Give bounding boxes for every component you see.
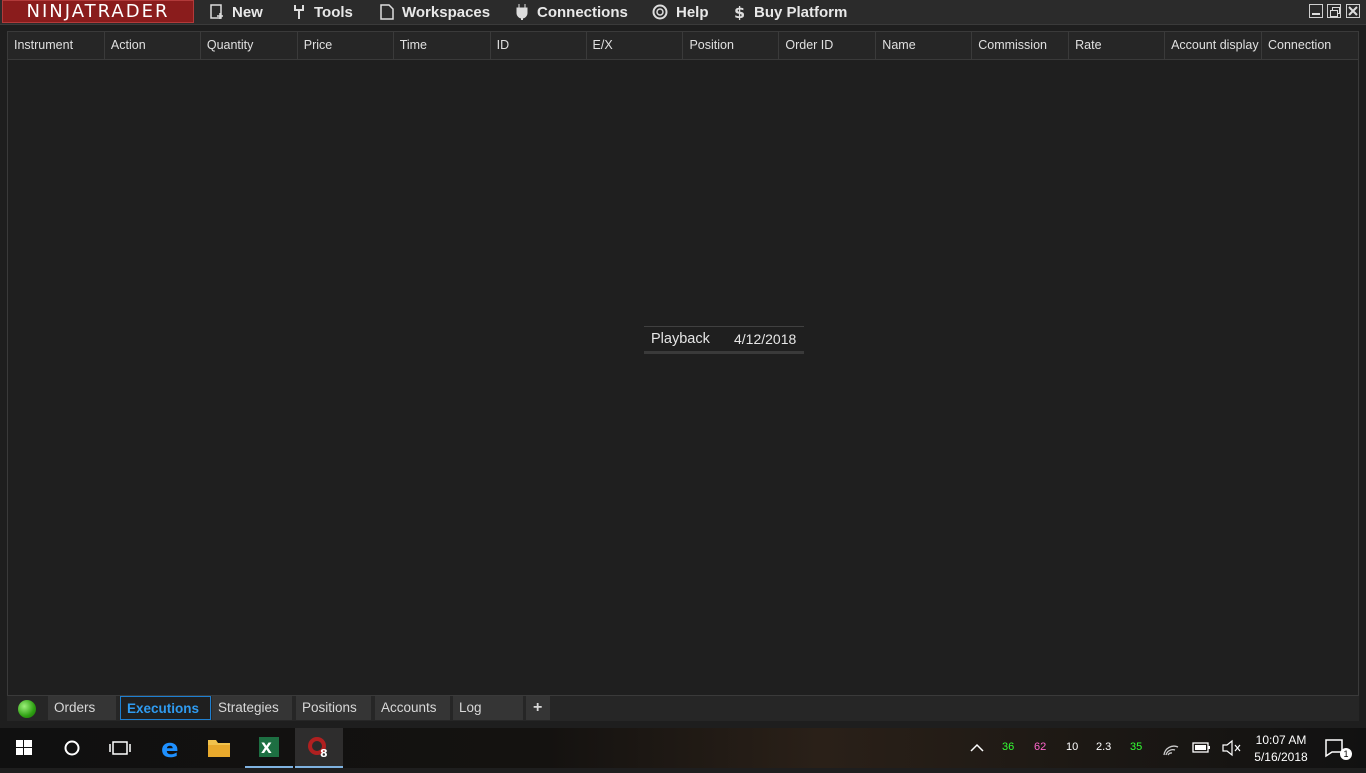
connection-status-icon[interactable] [18,700,36,718]
tab-positions[interactable]: Positions [296,696,371,720]
restore-button[interactable] [1327,4,1341,18]
tab-executions[interactable]: Executions [120,696,211,720]
windows-start-icon[interactable] [0,728,48,768]
ninjatrader-logo[interactable]: NINJATRADER [2,0,194,23]
action-center-icon[interactable]: 1 [1318,728,1358,768]
tab-strategies[interactable]: Strategies [212,696,292,720]
column-header-name[interactable]: Name [876,32,973,59]
column-header-position[interactable]: Position [683,32,780,59]
menu-bar: NINJATRADER New Tools Workspaces Connect… [0,0,1366,25]
grid-header-row: Instrument Action Quantity Price Time ID… [8,32,1358,60]
tray-value-2[interactable]: 62 [1034,741,1046,753]
svg-text:8: 8 [320,747,328,760]
tab-log[interactable]: Log [453,696,523,720]
notification-count-badge: 1 [1340,748,1352,760]
playback-date: 4/12/2018 [734,331,797,347]
minimize-icon [1312,13,1320,15]
clock-time: 10:07 AM [1255,733,1307,747]
column-header-commission[interactable]: Commission [972,32,1070,59]
menu-tools[interactable]: Tools [292,0,353,24]
playback-label: Playback [651,331,710,347]
menu-tools-label: Tools [314,3,353,21]
column-header-account-display[interactable]: Account display [1165,32,1262,59]
menu-buy-platform[interactable]: $ Buy Platform [734,0,847,24]
edge-browser-icon[interactable]: e [146,728,194,768]
playback-progress-bar [644,351,804,354]
tab-bar: Orders Executions Strategies Positions A… [7,696,1359,721]
logo-text: NINJATRADER [26,1,170,22]
playback-status[interactable]: Playback 4/12/2018 [644,326,804,354]
menu-help[interactable]: Help [652,0,709,24]
menu-new-label: New [232,3,263,21]
cortana-search-icon[interactable] [48,728,96,768]
clock-date: 5/16/2018 [1254,750,1308,764]
show-hidden-icons-icon[interactable] [965,728,989,768]
column-header-id[interactable]: ID [491,32,587,59]
column-header-price[interactable]: Price [298,32,394,59]
volume-muted-icon[interactable] [1220,728,1244,768]
svg-text:X: X [261,741,272,757]
column-header-rate[interactable]: Rate [1069,32,1166,59]
file-explorer-icon[interactable] [195,728,243,768]
menu-new[interactable]: New [210,0,263,24]
menu-connections-label: Connections [537,3,628,21]
column-header-order-id[interactable]: Order ID [779,32,877,59]
column-header-connection[interactable]: Connection [1262,32,1358,59]
close-icon [1348,6,1358,16]
svg-text:e: e [161,734,179,764]
column-header-instrument[interactable]: Instrument [8,32,105,59]
wrench-icon [292,4,306,20]
svg-text:$: $ [734,4,745,20]
minimize-button[interactable] [1309,4,1323,18]
lifebuoy-icon [652,4,668,20]
system-clock[interactable]: 10:07 AM 5/16/2018 [1250,732,1312,766]
wifi-icon[interactable] [1160,728,1184,768]
menu-help-label: Help [676,3,709,21]
column-header-ex[interactable]: E/X [587,32,684,59]
close-button[interactable] [1346,4,1360,18]
menu-connections[interactable]: Connections [515,0,628,24]
add-tab-button[interactable]: + [526,696,550,720]
menu-workspaces[interactable]: Workspaces [380,0,490,24]
tray-value-5[interactable]: 35 [1130,741,1142,753]
document-icon [380,4,394,20]
tray-value-4[interactable]: 2.3 [1096,741,1111,753]
column-header-time[interactable]: Time [394,32,491,59]
new-document-icon [210,4,224,20]
dollar-icon: $ [734,3,746,22]
task-view-icon[interactable] [96,728,144,768]
menu-buy-label: Buy Platform [754,3,848,21]
column-header-quantity[interactable]: Quantity [201,32,298,59]
column-header-action[interactable]: Action [105,32,201,59]
excel-icon[interactable]: X [245,728,293,768]
menu-workspaces-label: Workspaces [402,3,491,21]
battery-icon[interactable] [1190,728,1214,768]
tray-value-1[interactable]: 36 [1002,741,1014,753]
executions-grid[interactable]: Instrument Action Quantity Price Time ID… [7,31,1359,696]
tab-accounts[interactable]: Accounts [375,696,450,720]
tab-orders[interactable]: Orders [48,696,116,720]
tray-value-3[interactable]: 10 [1066,741,1078,753]
windows-taskbar: e X 8 36 62 10 2.3 35 10:07 AM 5/16/2018… [0,728,1366,768]
ninjatrader-taskbar-icon[interactable]: 8 [295,728,343,768]
plug-icon [515,4,529,20]
